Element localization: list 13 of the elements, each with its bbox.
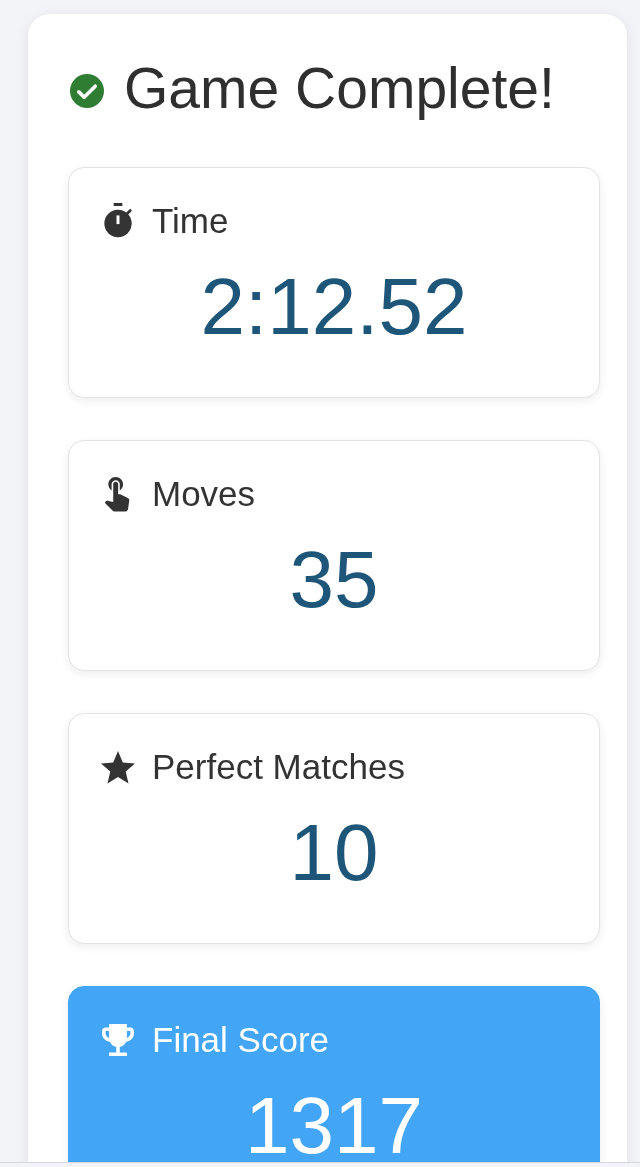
star-icon — [101, 750, 135, 784]
stat-label: Perfect Matches — [152, 747, 405, 787]
stat-value: 2:12.52 — [200, 267, 468, 347]
stopwatch-icon — [103, 203, 133, 239]
stat-value: 10 — [289, 813, 379, 893]
stat-value: 1317 — [245, 1086, 423, 1162]
stat-label: Final Score — [152, 1020, 330, 1060]
stat-value: 35 — [289, 540, 379, 620]
check-circle-icon — [70, 73, 104, 108]
trophy-icon — [102, 1024, 134, 1056]
pointing-hand-icon — [105, 476, 131, 512]
stat-label: Moves — [152, 474, 256, 514]
stat-label: Time — [152, 201, 229, 241]
